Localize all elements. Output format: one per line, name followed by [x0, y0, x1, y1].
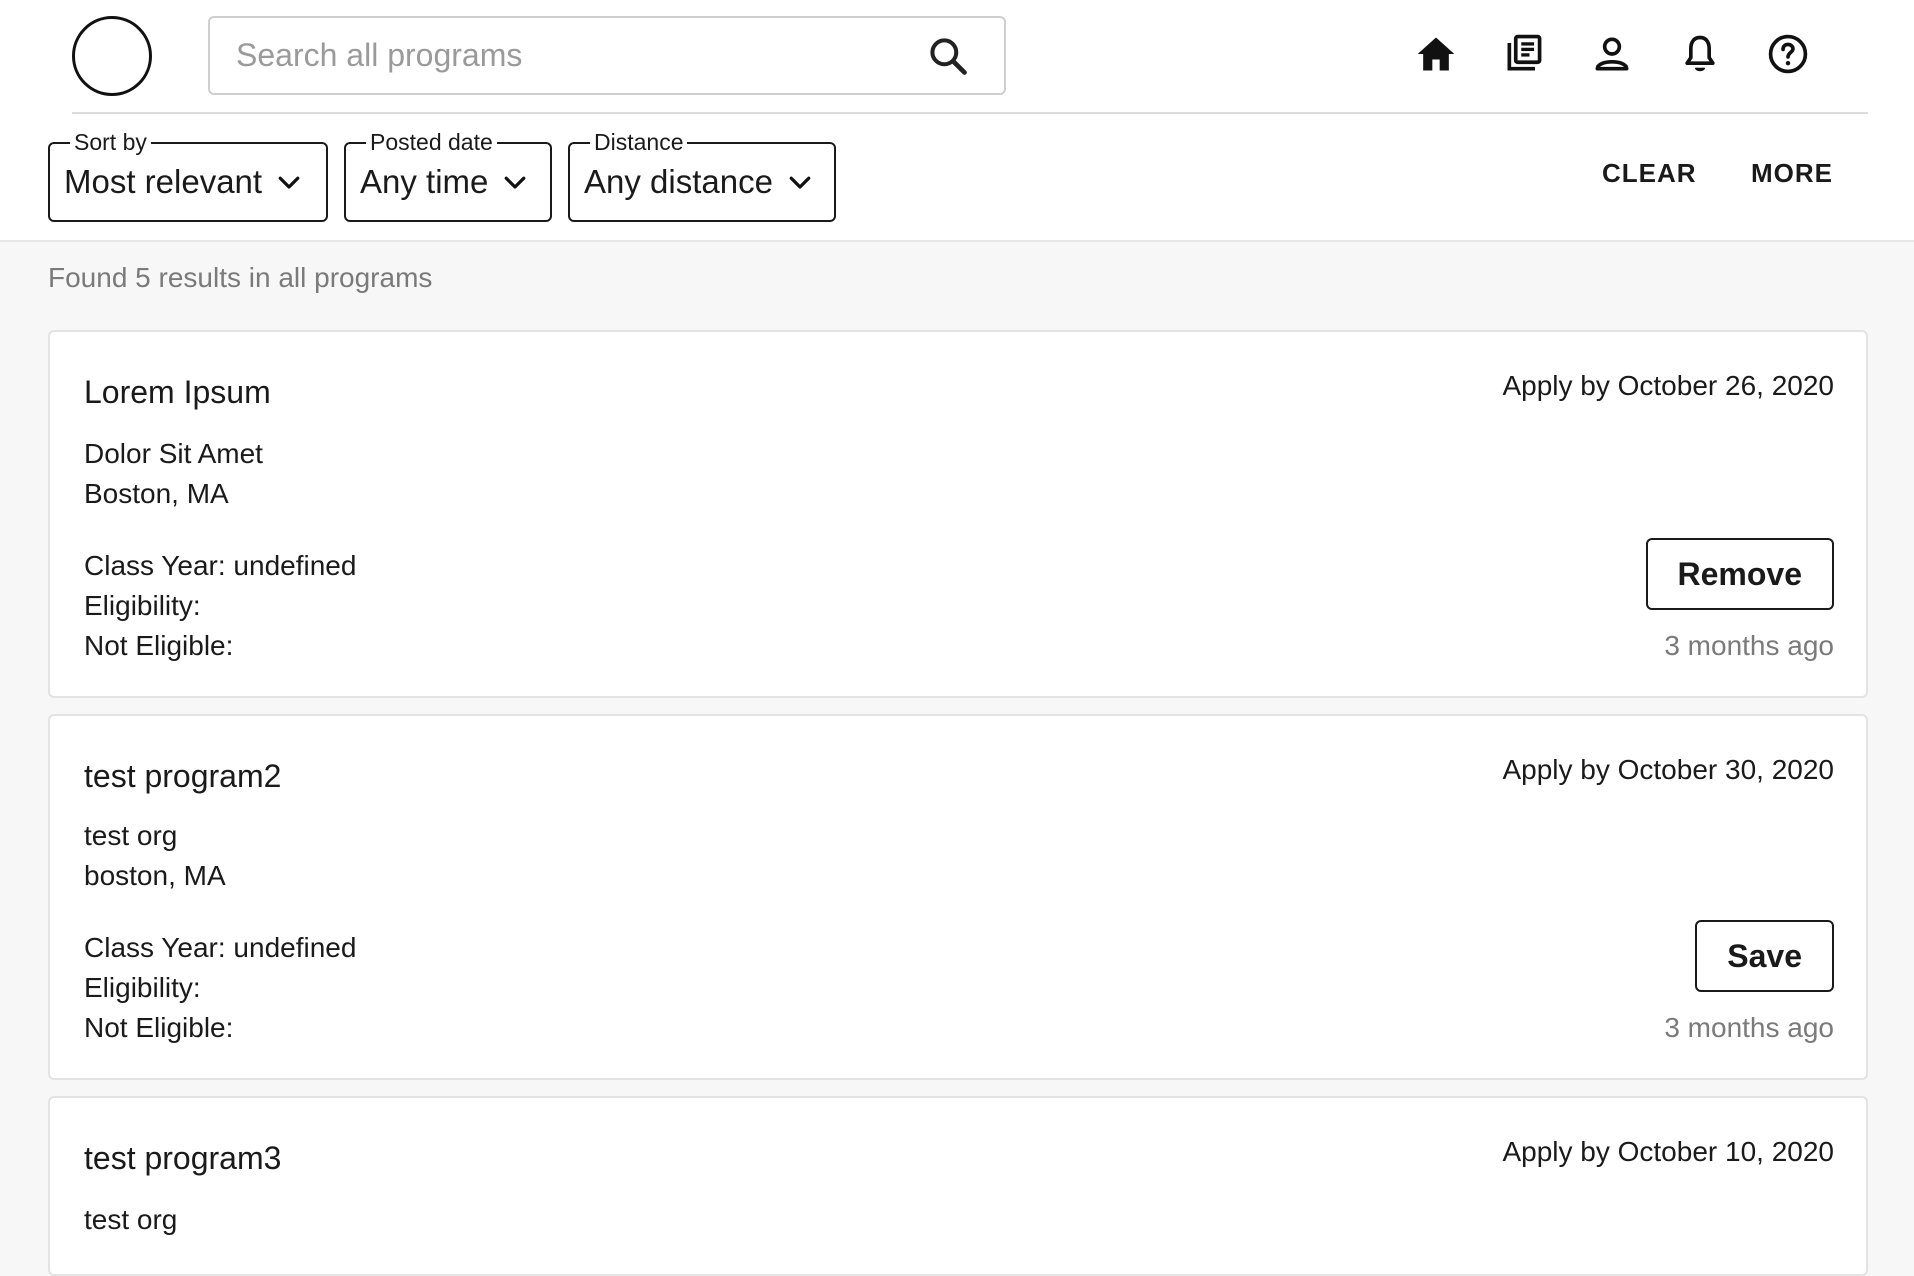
save-button[interactable]: Save	[1695, 920, 1834, 992]
notifications-button[interactable]	[1678, 30, 1722, 78]
sort-by-label: Sort by	[70, 128, 151, 156]
program-card[interactable]: test program2 Apply by October 30, 2020 …	[48, 714, 1868, 1080]
home-icon	[1417, 37, 1455, 71]
profile-button[interactable]	[1590, 30, 1634, 78]
program-organization: test org	[84, 1204, 178, 1235]
top-header: Sort by Most relevant Posted date Any ti…	[0, 0, 1914, 242]
program-location: boston, MA	[84, 860, 226, 891]
program-title[interactable]: test program3	[84, 1140, 281, 1177]
chevron-down-icon	[278, 176, 300, 189]
bell-icon	[1685, 35, 1715, 72]
program-title[interactable]: Lorem Ipsum	[84, 374, 271, 411]
header-divider	[72, 112, 1868, 114]
eligibility: Eligibility:	[84, 972, 201, 1003]
sort-by-value: Most relevant	[64, 163, 263, 200]
results-summary: Found 5 results in all programs	[48, 262, 433, 293]
logo[interactable]	[72, 16, 152, 96]
home-button[interactable]	[1414, 30, 1458, 78]
apply-deadline: Apply by October 10, 2020	[1502, 1136, 1834, 1167]
clear-button[interactable]: CLEAR	[1602, 158, 1697, 189]
chevron-down-icon	[505, 176, 526, 189]
help-icon	[1768, 34, 1808, 74]
library-icon	[1507, 34, 1542, 71]
posted-date-select[interactable]: Posted date Any time	[344, 128, 552, 222]
program-organization: test org	[84, 820, 178, 851]
program-card[interactable]: Lorem Ipsum Apply by October 26, 2020 Do…	[48, 330, 1868, 698]
nav-icon-bar	[1414, 30, 1810, 78]
not-eligible: Not Eligible:	[84, 1012, 234, 1043]
remove-button[interactable]: Remove	[1645, 538, 1834, 610]
chevron-down-icon	[789, 176, 811, 189]
class-year: Class Year: undefined	[84, 550, 357, 581]
apply-deadline: Apply by October 26, 2020	[1502, 370, 1834, 401]
class-year: Class Year: undefined	[84, 932, 357, 963]
search-icon[interactable]	[926, 34, 970, 78]
posted-date-label: Posted date	[366, 128, 497, 156]
apply-deadline: Apply by October 30, 2020	[1502, 754, 1834, 785]
program-card[interactable]: test program3 Apply by October 10, 2020 …	[48, 1096, 1868, 1276]
program-organization: Dolor Sit Amet	[84, 438, 263, 469]
more-button[interactable]: MORE	[1751, 158, 1833, 189]
distance-label: Distance	[590, 128, 688, 156]
search-bar	[208, 16, 1006, 95]
sort-by-select[interactable]: Sort by Most relevant	[48, 128, 328, 222]
distance-value: Any distance	[584, 163, 773, 200]
not-eligible: Not Eligible:	[84, 630, 234, 661]
eligibility: Eligibility:	[84, 590, 201, 621]
help-button[interactable]	[1766, 30, 1810, 78]
posted-date-value: Any time	[360, 163, 489, 200]
program-location: Boston, MA	[84, 478, 229, 509]
profile-icon	[1595, 37, 1629, 71]
posted-time: 3 months ago	[1664, 1012, 1834, 1043]
search-input[interactable]	[210, 18, 926, 93]
posted-time: 3 months ago	[1664, 630, 1834, 661]
program-title[interactable]: test program2	[84, 758, 281, 795]
distance-select[interactable]: Distance Any distance	[568, 128, 836, 222]
library-button[interactable]	[1502, 30, 1546, 78]
